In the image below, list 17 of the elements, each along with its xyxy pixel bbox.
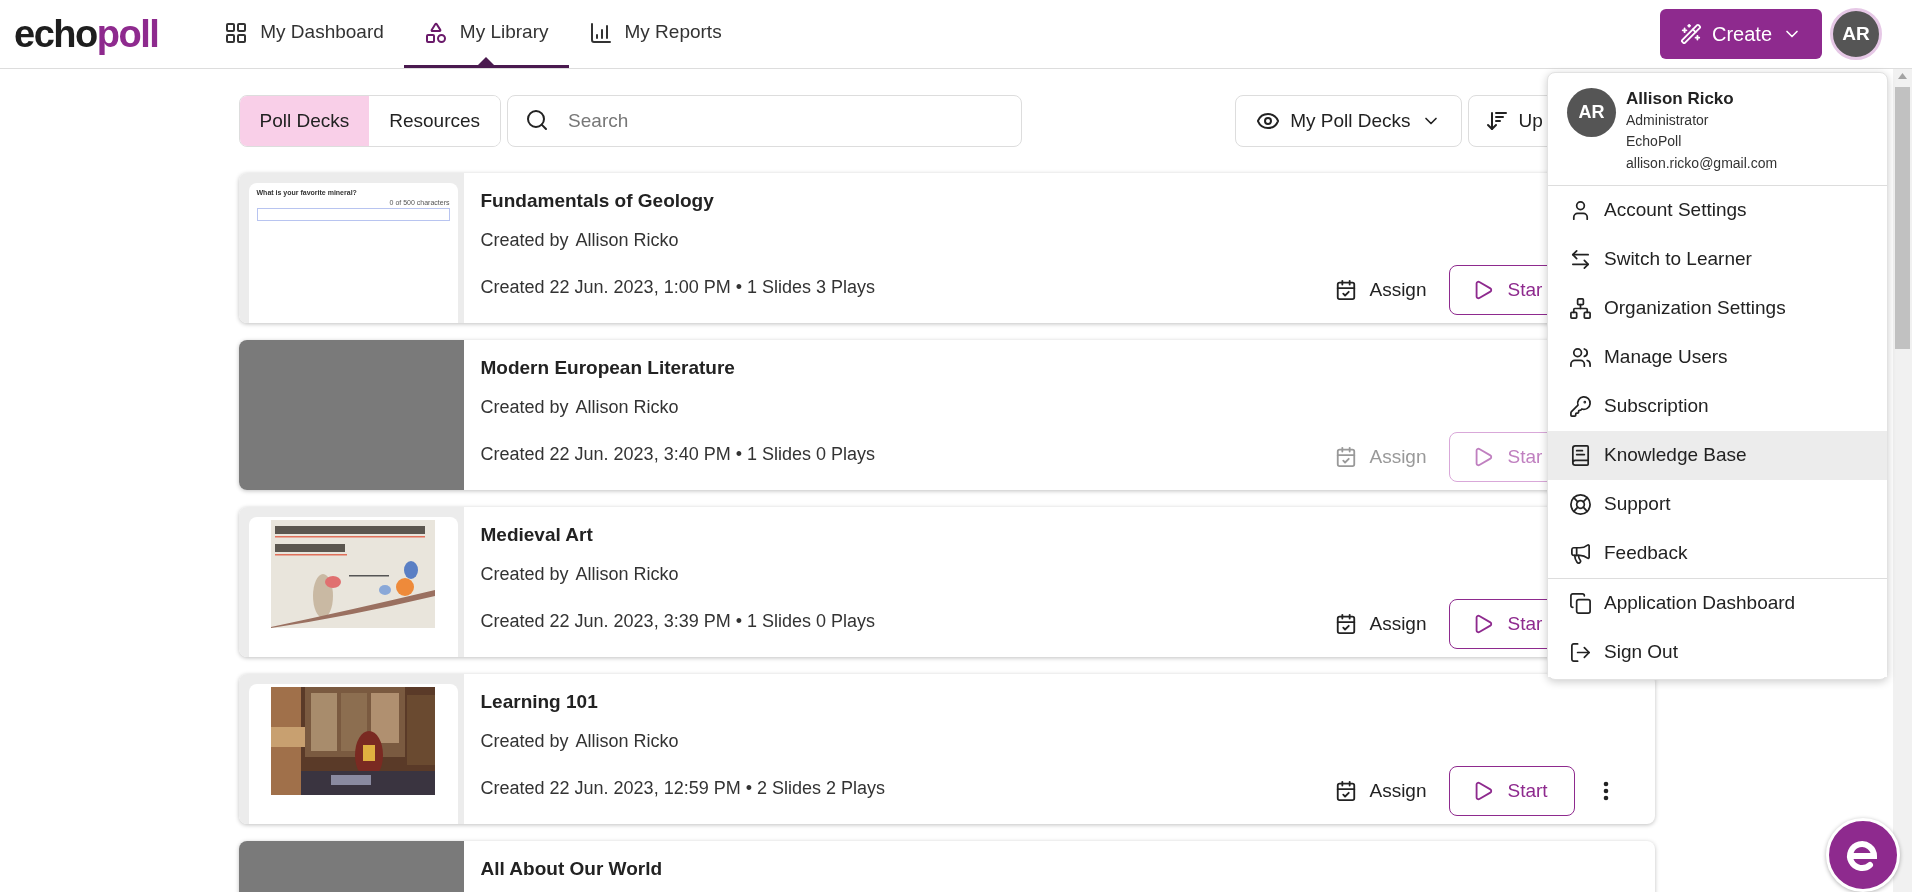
user-email: allison.ricko@gmail.com: [1626, 154, 1778, 173]
user-avatar: AR: [1567, 88, 1616, 137]
created-by-label: Created by: [480, 228, 569, 252]
user-name: Allison Ricko: [1626, 88, 1735, 110]
author-name: Allison Ricko: [575, 395, 679, 419]
deck-details: Created 22 Jun. 2023, 12:59 PM • 2 Slides 2 Plays: [480, 776, 887, 800]
deck-details: Created 22 Jun. 2023, 3:40 PM • 1 Slides 0 Plays: [480, 442, 877, 466]
user-organization: EchoPoll: [1626, 132, 1683, 151]
created-by-label: Created by: [480, 729, 569, 753]
user-role: Administrator: [1626, 111, 1710, 130]
deck-details: Created 22 Jun. 2023, 1:00 PM • 1 Slides 3 Plays: [480, 275, 877, 299]
deck-details: Created 22 Jun. 2023, 3:39 PM • 1 Slides 0 Plays: [480, 609, 877, 633]
author-name: Allison Ricko: [575, 228, 679, 252]
author-name: Allison Ricko: [575, 562, 679, 586]
created-by-label: Created by: [480, 562, 569, 586]
author-name: Allison Ricko: [575, 729, 679, 753]
created-by-label: Created by: [480, 395, 569, 419]
